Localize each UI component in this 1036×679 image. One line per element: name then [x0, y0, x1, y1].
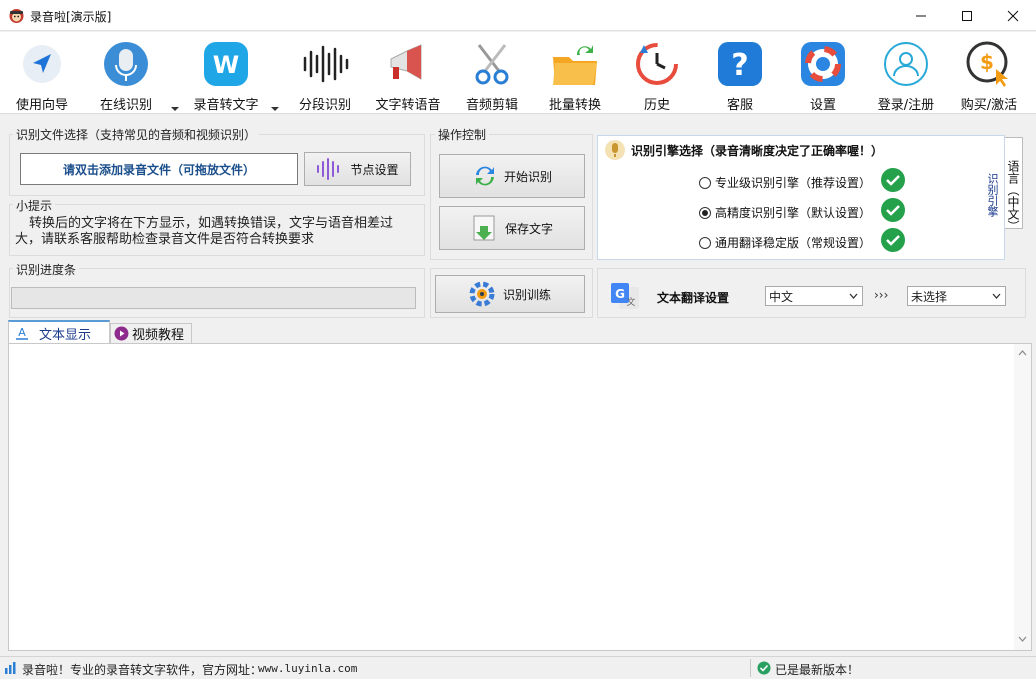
- radio-button-selected[interactable]: [699, 206, 711, 219]
- maximize-button[interactable]: [944, 0, 990, 31]
- tool-history[interactable]: 历史: [617, 32, 697, 114]
- operations-title: 操作控制: [435, 126, 490, 143]
- tab-video-tutorial[interactable]: 视频教程: [110, 323, 192, 343]
- microphone-badge-icon: [604, 139, 626, 161]
- minimize-button[interactable]: [898, 0, 944, 31]
- radio-button[interactable]: [699, 236, 711, 249]
- status-message: 录音啦！专业的录音转文字软件，官方网址：: [22, 663, 263, 677]
- svg-text:$: $: [980, 50, 994, 74]
- version-status: 已是最新版本！: [775, 663, 860, 677]
- tool-audio-clip[interactable]: 音频剪辑: [452, 32, 532, 114]
- vertical-scrollbar[interactable]: [1014, 344, 1031, 650]
- recognize-training-button[interactable]: 识别训练: [435, 275, 585, 313]
- google-translate-icon: G文: [609, 281, 641, 311]
- close-button[interactable]: [990, 0, 1036, 31]
- start-recognize-button[interactable]: 开始识别: [439, 154, 585, 198]
- add-file-button[interactable]: 请双击添加录音文件（可拖放文件）: [20, 153, 298, 185]
- tool-buy-activate[interactable]: $ 购买/激活: [949, 32, 1029, 114]
- tool-guide[interactable]: 使用向导: [2, 32, 82, 114]
- save-download-icon: [471, 214, 497, 242]
- refresh-sync-icon: [472, 163, 498, 189]
- chevron-down-icon: [992, 293, 1001, 299]
- window-title: 录音啦[演示版]: [30, 10, 112, 24]
- tool-online-recognize[interactable]: 在线识别: [86, 32, 166, 114]
- svg-text:?: ?: [731, 48, 748, 83]
- minimize-icon: [916, 15, 926, 16]
- check-circle-icon: [881, 168, 905, 192]
- history-clock-icon: [633, 40, 681, 88]
- chevron-down-icon: [849, 293, 858, 299]
- folder-sync-icon: [551, 40, 599, 88]
- text-display-area[interactable]: [8, 343, 1032, 651]
- gear-icon: [469, 281, 495, 307]
- hint-title: 小提示: [13, 197, 56, 214]
- waveform-icon: [301, 40, 349, 88]
- engine-option-general[interactable]: 通用翻译稳定版（常规设置）: [699, 234, 871, 251]
- scroll-up-icon[interactable]: [1018, 350, 1027, 356]
- hint-text: 转换后的文字将在下方显示，如遇转换错误，文字与语音相差过大，请联系客服帮助检查录…: [15, 216, 394, 247]
- status-url[interactable]: www.luyinla.com: [258, 662, 357, 675]
- tool-login-register[interactable]: 登录/注册: [866, 32, 946, 114]
- check-circle-icon: [881, 198, 905, 222]
- maximize-icon: [962, 10, 972, 21]
- svg-text:A: A: [18, 326, 26, 339]
- svg-text:文: 文: [626, 296, 635, 308]
- w-badge-icon: W: [202, 40, 250, 88]
- check-circle-icon: [757, 661, 771, 678]
- app-logo-icon: [8, 7, 25, 24]
- toolbar: 使用向导 在线识别 W 录音转文字 分段识别 文字转语音 音频剪辑 批量转换 历…: [0, 32, 1036, 114]
- svg-text:W: W: [213, 51, 239, 79]
- text-format-icon: A: [15, 326, 29, 340]
- engine-option-pro[interactable]: 专业级识别引擎（推荐设置）: [699, 174, 871, 191]
- svg-text:G: G: [615, 287, 625, 301]
- navigation-arrow-icon: [18, 40, 66, 88]
- lifebuoy-settings-icon: [799, 40, 847, 88]
- engine-option-high-precision[interactable]: 高精度识别引擎（默认设置）: [699, 204, 871, 221]
- scissors-icon: [468, 40, 516, 88]
- tool-customer-service[interactable]: ? 客服: [700, 32, 780, 114]
- engine-title: 识别引擎选择（录音清晰度决定了正确率喔！）: [631, 144, 884, 158]
- status-bar: 录音啦！专业的录音转文字软件，官方网址： www.luyinla.com 已是最…: [0, 656, 1036, 679]
- target-language-select[interactable]: 未选择: [907, 286, 1006, 306]
- tool-audio-to-text[interactable]: W 录音转文字: [186, 32, 266, 114]
- tool-batch-convert[interactable]: 批量转换: [535, 32, 615, 114]
- status-divider: [750, 659, 751, 677]
- help-question-icon: ?: [716, 40, 764, 88]
- megaphone-icon: [384, 40, 432, 88]
- microphone-icon: [102, 40, 150, 88]
- tool-settings[interactable]: 设置: [783, 32, 863, 114]
- title-bar: 录音啦[演示版]: [0, 0, 1036, 31]
- bar-chart-icon: [4, 662, 18, 677]
- translate-label: 文本翻译设置: [657, 291, 730, 305]
- source-language-select[interactable]: 中文: [765, 286, 863, 306]
- tool-text-to-speech[interactable]: 文字转语音: [368, 32, 448, 114]
- language-side-tab[interactable]: 语言（中文）: [1005, 137, 1023, 232]
- translate-arrows: ›››: [874, 288, 889, 302]
- node-settings-button[interactable]: 节点设置: [304, 152, 411, 186]
- check-circle-icon: [881, 228, 905, 252]
- file-select-title: 识别文件选择（支持常见的音频和视频识别）: [13, 126, 260, 143]
- tab-text-display[interactable]: A 文本显示: [8, 320, 110, 344]
- chevron-down-icon[interactable]: [170, 102, 180, 111]
- user-login-icon: [882, 40, 930, 88]
- play-circle-icon: [114, 326, 129, 341]
- engine-vertical-label: 识别引擎: [986, 173, 999, 217]
- radio-button[interactable]: [699, 176, 711, 189]
- dollar-cursor-icon: $: [965, 40, 1013, 88]
- save-text-button[interactable]: 保存文字: [439, 206, 585, 250]
- audio-wave-icon: [316, 158, 340, 180]
- chevron-down-icon[interactable]: [270, 102, 280, 111]
- tool-segment-recognize[interactable]: 分段识别: [285, 32, 365, 114]
- progress-bar: [11, 287, 416, 309]
- scroll-down-icon[interactable]: [1018, 636, 1027, 642]
- close-icon: [1007, 10, 1019, 21]
- progress-title: 识别进度条: [13, 261, 80, 278]
